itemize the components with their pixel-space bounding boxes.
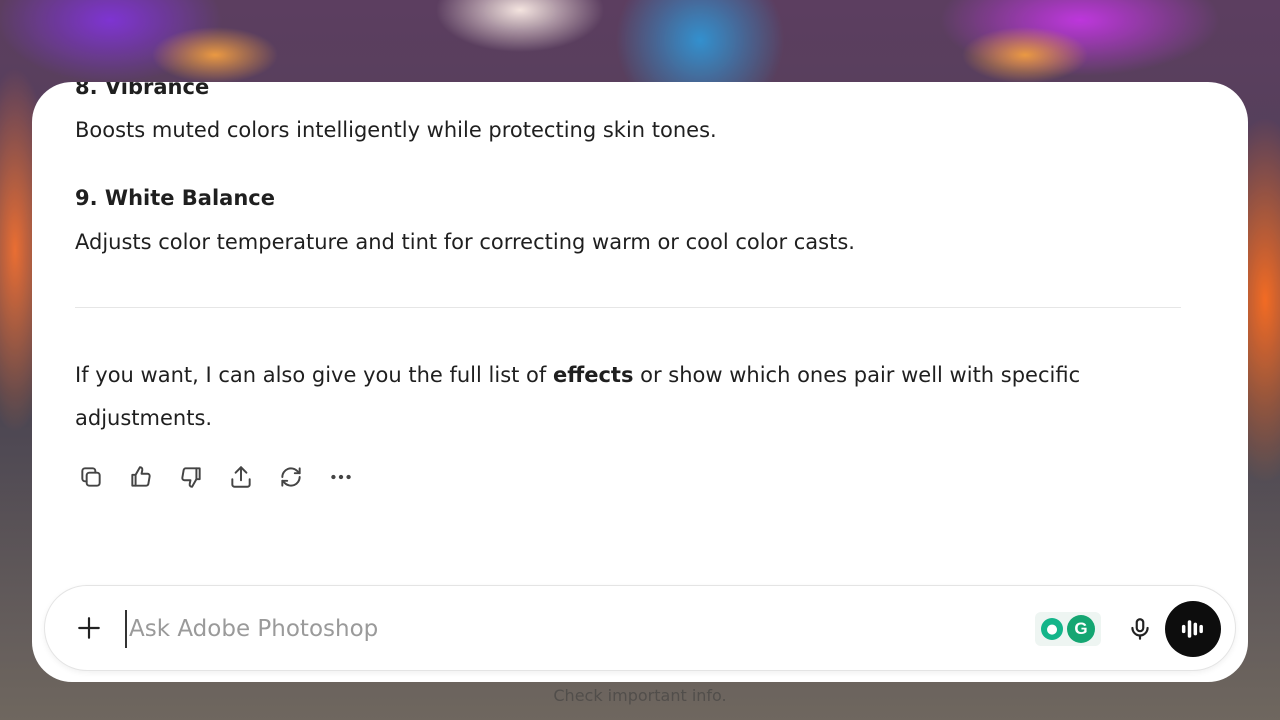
prompt-input[interactable] <box>125 610 985 648</box>
grammarly-icon: G <box>1067 615 1095 643</box>
thumbs-down-button[interactable] <box>176 462 206 492</box>
voice-mode-button[interactable] <box>1165 601 1221 657</box>
closing-paragraph: If you want, I can also give you the ful… <box>75 354 1165 440</box>
regenerate-icon <box>281 467 301 487</box>
share-button[interactable] <box>226 462 256 492</box>
grammarly-letter: G <box>1074 619 1088 638</box>
dictate-button[interactable] <box>1123 612 1157 646</box>
thumbs-down-icon <box>181 467 201 488</box>
copy-button[interactable] <box>76 462 106 492</box>
regenerate-button[interactable] <box>276 462 306 492</box>
more-options-button[interactable] <box>326 462 356 492</box>
microphone-icon <box>1131 618 1149 640</box>
item-heading-vibrance: 8. Vibrance <box>75 82 210 99</box>
lightbulb-icon: ● <box>1041 618 1063 640</box>
closing-text-start: If you want, I can also give you the ful… <box>75 363 553 387</box>
share-icon <box>231 466 251 488</box>
message-actions <box>76 462 356 492</box>
grammarly-widget[interactable]: ● G <box>1035 612 1101 646</box>
copy-icon <box>81 467 101 487</box>
divider <box>75 307 1181 308</box>
closing-bold-effects: effects <box>552 363 634 387</box>
disclaimer-text: Check important info. <box>0 686 1280 705</box>
item-description-white-balance: Adjusts color temperature and tint for c… <box>75 230 855 254</box>
disclaimer-label: Check important info. <box>553 686 727 705</box>
thumbs-up-icon <box>131 466 151 487</box>
plus-icon <box>78 617 100 639</box>
thumbs-up-button[interactable] <box>126 462 156 492</box>
chat-panel: 8. Vibrance Boosts muted colors intellig… <box>32 82 1248 682</box>
item-description-vibrance: Boosts muted colors intelligently while … <box>75 118 717 142</box>
message-composer: ● G <box>44 585 1236 671</box>
more-icon <box>331 474 351 480</box>
waveform-icon <box>1181 620 1203 638</box>
add-attachment-button[interactable] <box>73 612 105 644</box>
item-heading-white-balance: 9. White Balance <box>75 186 275 210</box>
